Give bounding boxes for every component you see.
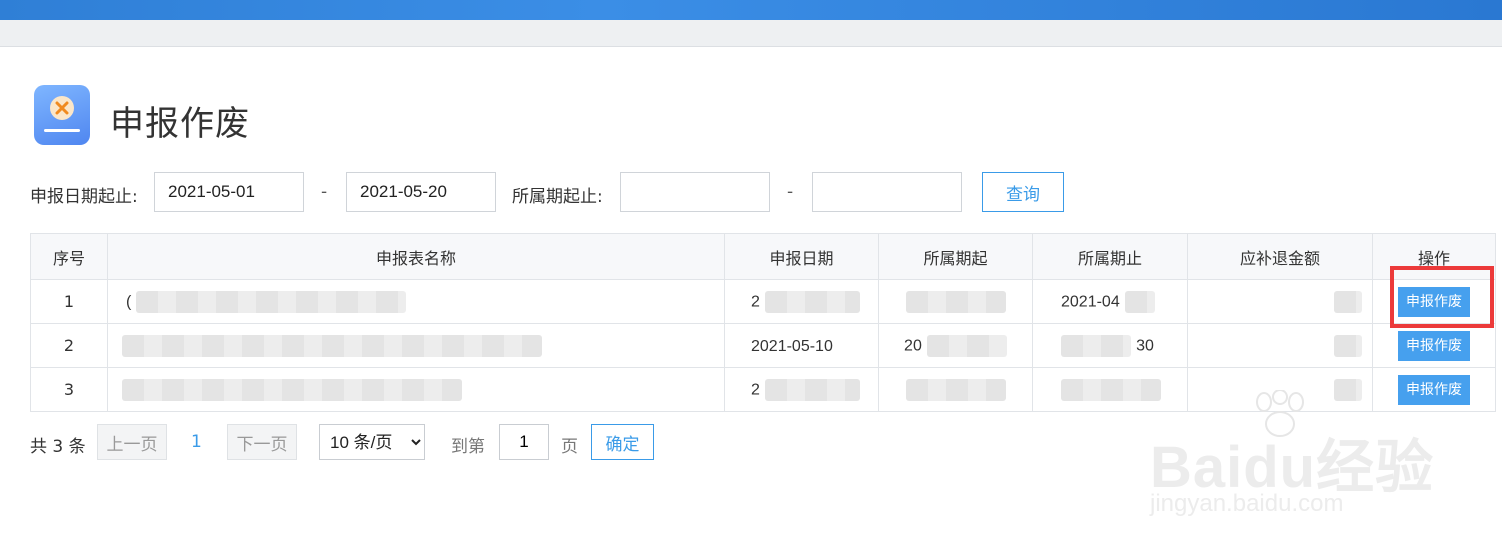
void-declaration-button[interactable]: 申报作废 (1398, 286, 1470, 317)
row-period-from (878, 367, 1033, 412)
row-declare-date-text: 2 (751, 293, 760, 310)
declaration-table: 序号 申报表名称 申报日期 所属期起 所属期止 应补退金额 操作 1 ( 2 2… (30, 233, 1496, 412)
row-period-from: 20 (878, 323, 1033, 368)
row-form-name-text: ( (126, 293, 132, 310)
redacted-block (1334, 290, 1362, 313)
prev-page-button[interactable]: 上一页 (97, 424, 167, 460)
sub-toolbar (0, 20, 1502, 47)
pagination-total: 共 3 条 (30, 437, 86, 457)
row-period-from-text: 20 (904, 337, 922, 354)
period-range-label: 所属期起止: (512, 187, 603, 207)
void-declaration-icon (34, 85, 90, 145)
date-range-label: 申报日期起止: (30, 187, 138, 207)
redacted-block (905, 378, 1006, 401)
header-index: 序号 (30, 233, 108, 280)
header-declare-date: 申报日期 (724, 233, 879, 280)
header-amount: 应补退金额 (1187, 233, 1373, 280)
row-period-to: 2021-04 (1032, 279, 1188, 324)
redacted-block (136, 290, 407, 313)
void-declaration-button[interactable]: 申报作废 (1398, 374, 1470, 405)
row-form-name (107, 323, 725, 368)
table-row: 3 2 申报作废 (30, 367, 1496, 412)
next-page-button[interactable]: 下一页 (227, 424, 297, 460)
row-amount (1187, 279, 1373, 324)
row-action: 申报作废 (1372, 367, 1496, 412)
header-action: 操作 (1372, 233, 1496, 280)
row-form-name: ( (107, 279, 725, 324)
row-declare-date: 2 (724, 367, 879, 412)
row-action: 申报作废 (1372, 323, 1496, 368)
period-to-input[interactable] (812, 172, 962, 212)
row-amount (1187, 323, 1373, 368)
redacted-block (1061, 334, 1131, 357)
top-banner (0, 0, 1502, 20)
row-index: 2 (30, 323, 108, 368)
table-row: 1 ( 2 2021-04 申报作废 (30, 279, 1496, 324)
redacted-block (765, 290, 860, 313)
query-button[interactable]: 查询 (982, 172, 1064, 212)
page-size-select[interactable]: 10 条/页 (319, 424, 425, 460)
row-index: 3 (30, 367, 108, 412)
redacted-block (765, 378, 860, 401)
goto-confirm-button[interactable]: 确定 (591, 424, 654, 460)
row-declare-date-text: 2021-05-10 (751, 337, 833, 355)
header-period-from: 所属期起 (878, 233, 1033, 280)
goto-label: 到第 (451, 437, 485, 457)
date-to-input[interactable] (346, 172, 496, 212)
header-form-name: 申报表名称 (107, 233, 725, 280)
redacted-block (905, 290, 1006, 313)
watermark-logo: Baidu经验 (1150, 435, 1435, 500)
row-period-to: 30 (1032, 323, 1188, 368)
redacted-block (122, 378, 462, 401)
row-amount (1187, 367, 1373, 412)
page-title: 申报作废 (110, 104, 250, 144)
date-range-dash: - (321, 182, 328, 202)
row-period-from (878, 279, 1033, 324)
table-header-row: 序号 申报表名称 申报日期 所属期起 所属期止 应补退金额 操作 (30, 233, 1496, 280)
page-suffix-label: 页 (561, 437, 578, 457)
header-period-to: 所属期止 (1032, 233, 1188, 280)
row-declare-date: 2021-05-10 (724, 323, 879, 368)
redacted-block (122, 334, 542, 357)
goto-page-input[interactable] (499, 424, 549, 460)
period-range-dash: - (787, 182, 794, 202)
row-period-to-text: 30 (1136, 337, 1154, 354)
void-declaration-button[interactable]: 申报作废 (1398, 330, 1470, 361)
redacted-block (1061, 378, 1161, 401)
page-number-current[interactable]: 1 (191, 432, 202, 452)
period-from-input[interactable] (620, 172, 770, 212)
watermark-url: jingyan.baidu.com (1150, 490, 1344, 517)
row-action: 申报作废 (1372, 279, 1496, 324)
redacted-block (926, 334, 1007, 357)
row-form-name (107, 367, 725, 412)
redacted-block (1334, 334, 1362, 357)
date-from-input[interactable] (154, 172, 304, 212)
redacted-block (1124, 290, 1155, 313)
row-period-to-text: 2021-04 (1061, 293, 1120, 310)
row-period-to (1032, 367, 1188, 412)
table-row: 2 2021-05-10 20 30 申报作废 (30, 323, 1496, 368)
redacted-block (1334, 378, 1362, 401)
row-declare-date: 2 (724, 279, 879, 324)
row-declare-date-text: 2 (751, 381, 760, 398)
row-index: 1 (30, 279, 108, 324)
